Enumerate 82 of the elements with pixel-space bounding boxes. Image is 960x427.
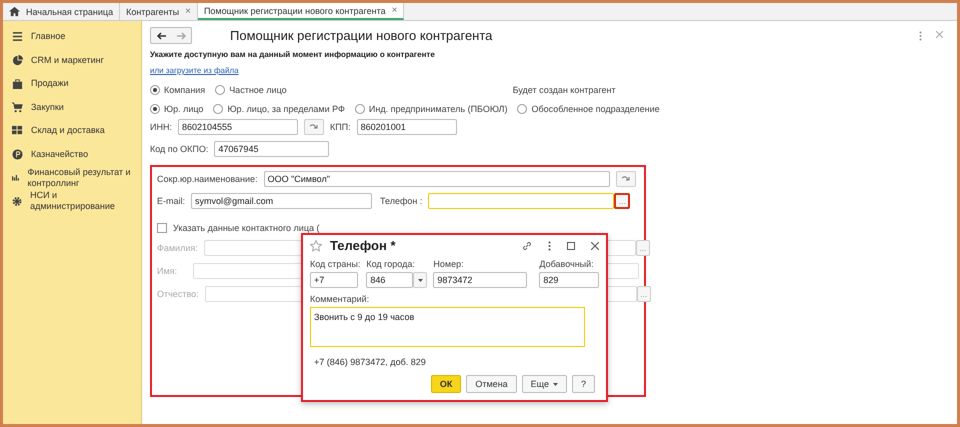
- field-label: Имя:: [157, 266, 178, 276]
- sidebar-item[interactable]: Склад и доставка: [3, 119, 141, 142]
- forward-arrow-icon: [176, 32, 186, 40]
- radio-button[interactable]: [517, 104, 528, 114]
- curved-arrow-icon: [621, 175, 630, 183]
- star-icon[interactable]: [310, 240, 322, 252]
- coin-icon: [12, 148, 23, 160]
- field-label: Комментарий:: [310, 294, 370, 304]
- phone-field[interactable]: [428, 193, 614, 209]
- radio-label: Компания: [164, 85, 206, 95]
- radio-label: Частное лицо: [229, 85, 287, 95]
- back-arrow-icon: [156, 32, 166, 40]
- sidebar-item[interactable]: Казначейство: [3, 142, 141, 166]
- input-field[interactable]: 860201001: [356, 119, 457, 135]
- field-label: Код страны:: [310, 259, 360, 269]
- field-label: Сокр.юр.наименование:: [157, 174, 258, 184]
- maximize-icon[interactable]: [567, 242, 575, 250]
- input-field[interactable]: 829: [539, 272, 600, 288]
- radio-label: Обособленное подразделение: [531, 104, 660, 114]
- result-label: Будет создан контрагент: [512, 85, 616, 95]
- form-title: Помощник регистрации нового контрагента: [230, 28, 494, 43]
- input-field[interactable]: 47067945: [214, 141, 330, 157]
- radio-label: Инд. предприниматель (ПБОЮЛ): [368, 104, 508, 114]
- more-icon[interactable]: [548, 240, 551, 250]
- radio-button[interactable]: [150, 104, 160, 114]
- instruction-text: Укажите доступную вам на данный момент информацию о контрагенте: [150, 50, 436, 59]
- dialog-title: Телефон *: [330, 238, 396, 253]
- radio-button[interactable]: [354, 104, 365, 114]
- dialog-button[interactable]: Отмена: [466, 375, 517, 393]
- dropdown-field[interactable]: 846: [366, 272, 414, 288]
- home-icon: [9, 6, 20, 17]
- input-field[interactable]: 9873472: [433, 272, 528, 288]
- field-label: Код города:: [366, 259, 416, 269]
- radio-button[interactable]: [213, 104, 224, 114]
- close-tab-button[interactable]: ×: [185, 6, 191, 17]
- link-icon[interactable]: [522, 240, 532, 250]
- sidebar-item[interactable]: Закупки: [3, 96, 141, 119]
- field-label: ИНН:: [150, 122, 172, 132]
- input-field[interactable]: ООО "Символ": [264, 171, 610, 187]
- cart-icon: [12, 102, 23, 113]
- checkbox-label: Указать данные контактного лица (: [173, 223, 320, 233]
- sidebar-item[interactable]: Продажи: [3, 72, 141, 96]
- fill-button[interactable]: [304, 119, 324, 135]
- radio-label: Юр. лицо, за пределами РФ: [227, 104, 345, 114]
- grid-icon: [12, 125, 23, 136]
- close-tab-button[interactable]: ×: [392, 5, 398, 16]
- ok-button[interactable]: ОК: [430, 375, 462, 393]
- dialog-button[interactable]: ?: [572, 375, 595, 393]
- curved-arrow-icon: [309, 123, 318, 131]
- tab[interactable]: Помощник регистрации нового контрагента ×: [198, 3, 404, 20]
- radio-button[interactable]: [150, 85, 160, 95]
- phone-preview: +7 (846) 9873472, доб. 829: [314, 357, 427, 367]
- pie-chart-icon: [12, 54, 23, 66]
- comment-field[interactable]: Звонить с 9 до 19 часов: [310, 307, 585, 347]
- input-field[interactable]: symvol@gmail.com: [191, 193, 372, 209]
- fill-button[interactable]: [616, 171, 636, 187]
- sidebar-item[interactable]: НСИ и администрирование: [3, 190, 141, 213]
- dropdown-button[interactable]: [413, 272, 428, 288]
- field-label: Номер:: [433, 259, 465, 269]
- caret-icon: [552, 382, 558, 386]
- sidebar-item[interactable]: Главное: [3, 25, 141, 48]
- sidebar-item[interactable]: Финансовый результат и контроллинг: [3, 166, 141, 190]
- bar-chart-icon: [12, 172, 20, 184]
- input-field[interactable]: +7: [310, 272, 358, 288]
- field-label: Отчество:: [157, 289, 199, 299]
- field-label: Фамилия:: [157, 243, 198, 253]
- bag-icon: [12, 78, 23, 90]
- field-label: Добавочный:: [539, 259, 595, 269]
- settings-icon: [12, 196, 22, 207]
- radio-label: Юр. лицо: [164, 104, 204, 114]
- input-field[interactable]: 8602104555: [178, 119, 298, 135]
- close-icon[interactable]: [591, 242, 599, 250]
- field-label: КПП:: [330, 122, 351, 132]
- load-from-file-link[interactable]: или загрузите из файла: [150, 66, 239, 75]
- more-button[interactable]: Еще: [522, 375, 567, 393]
- field-label: Телефон :: [380, 196, 422, 206]
- menu-icon: [12, 31, 23, 42]
- checkbox[interactable]: [157, 223, 167, 233]
- radio-button[interactable]: [215, 85, 226, 95]
- field-label: Код по ОКПО:: [150, 144, 208, 154]
- sidebar-item[interactable]: CRM и маркетинг: [3, 48, 141, 72]
- field-label: E-mail:: [157, 196, 186, 206]
